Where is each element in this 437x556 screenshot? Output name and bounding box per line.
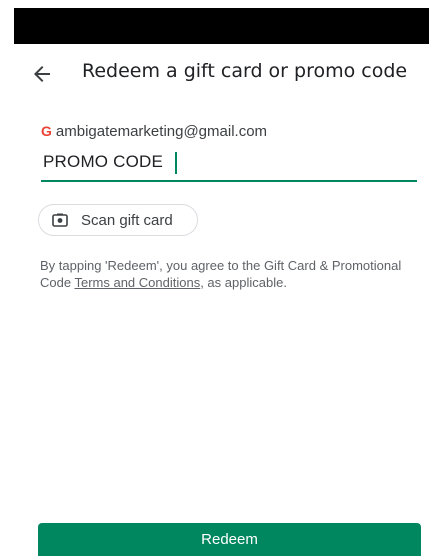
text-cursor	[175, 152, 177, 174]
account-row: G ambigatemarketing@gmail.com	[41, 121, 267, 141]
scan-gift-card-button[interactable]: Scan gift card	[38, 204, 198, 236]
promo-code-field[interactable]	[41, 146, 417, 182]
promo-code-input[interactable]	[43, 150, 403, 174]
google-icon: G	[41, 123, 52, 139]
terms-text: By tapping 'Redeem', you agree to the Gi…	[40, 257, 425, 291]
camera-icon	[52, 213, 68, 227]
terms-and-conditions-link[interactable]: Terms and Conditions	[74, 275, 200, 290]
app-header: Redeem a gift card or promo code	[14, 44, 429, 104]
redeem-screen: Redeem a gift card or promo code G ambig…	[14, 44, 429, 556]
terms-suffix: , as applicable.	[200, 275, 287, 290]
redeem-label: Redeem	[201, 531, 258, 548]
account-email: ambigatemarketing@gmail.com	[55, 122, 268, 140]
arrow-back-icon[interactable]	[30, 62, 54, 86]
scan-gift-card-label: Scan gift card	[81, 211, 173, 229]
status-bar	[14, 8, 429, 44]
redeem-button[interactable]: Redeem	[38, 523, 421, 556]
left-margin	[0, 0, 14, 556]
page-title: Redeem a gift card or promo code	[82, 60, 408, 82]
